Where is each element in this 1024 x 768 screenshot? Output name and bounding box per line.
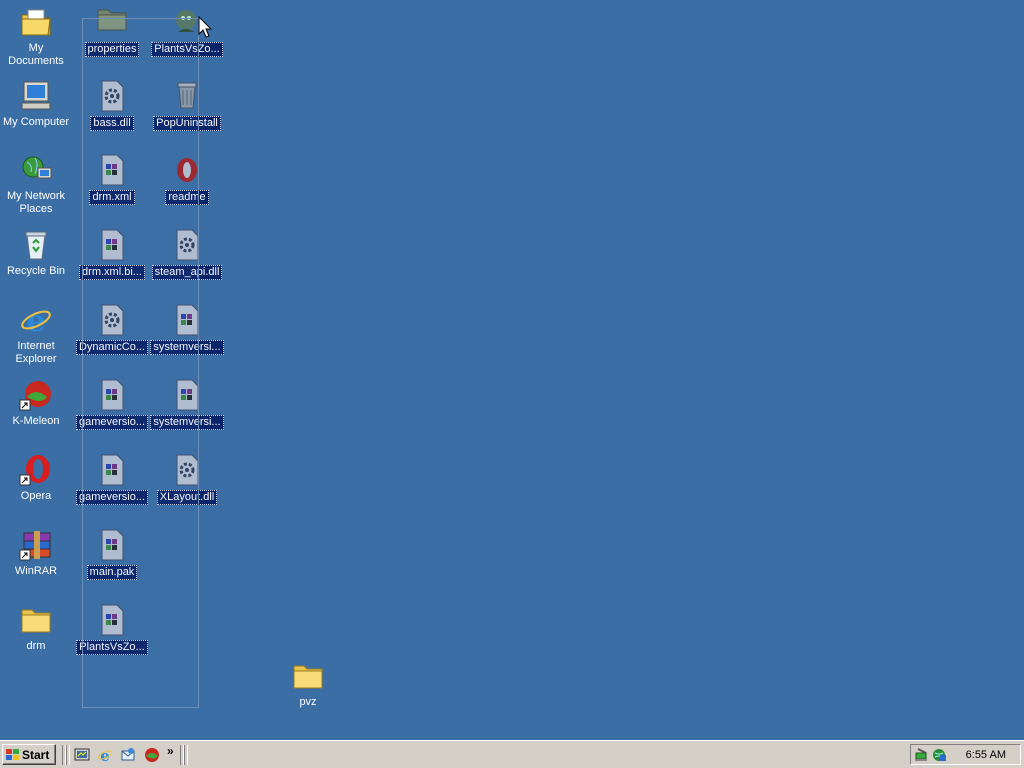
- icon-label: K-Meleon: [12, 415, 60, 427]
- drm-folder[interactable]: drm: [0, 602, 74, 654]
- internet-explorer-icon: e: [19, 304, 53, 339]
- folder-icon: [19, 604, 53, 636]
- icon-label: drm: [26, 640, 46, 652]
- k-meleon-icon[interactable]: [144, 747, 160, 763]
- network-icon[interactable]: [931, 747, 947, 763]
- winrar-icon: [19, 529, 53, 561]
- internet-explorer-shortcut[interactable]: e Internet Explorer: [0, 302, 74, 367]
- outlook-express-icon[interactable]: [120, 747, 136, 763]
- icon-label: Internet Explorer: [15, 340, 57, 365]
- opera-icon: [19, 454, 53, 486]
- internet-explorer-icon[interactable]: e: [97, 747, 113, 765]
- clock[interactable]: 6:55 AM: [966, 749, 1006, 761]
- my-documents-icon: [19, 6, 53, 38]
- show-desktop-icon[interactable]: [74, 747, 90, 763]
- icon-label: Opera: [20, 490, 52, 502]
- my-documents-shortcut[interactable]: My Documents: [0, 4, 74, 69]
- quick-launch-chevron[interactable]: »: [167, 744, 174, 758]
- desktop[interactable]: My Documents My Computer My Network Plac…: [0, 0, 1024, 740]
- mouse-pointer-icon: [198, 15, 213, 38]
- folder-icon: [291, 660, 325, 692]
- opera-shortcut[interactable]: Opera: [0, 452, 74, 504]
- icon-label: My Computer: [2, 116, 70, 128]
- start-label: Start: [22, 747, 50, 762]
- k-meleon-shortcut[interactable]: K-Meleon: [0, 377, 74, 429]
- network-places-icon: [19, 154, 53, 186]
- svg-text:e: e: [26, 304, 45, 336]
- icon-label: My Documents: [8, 42, 64, 67]
- winrar-shortcut[interactable]: WinRAR: [0, 527, 74, 579]
- taskbar-separator: [66, 745, 70, 765]
- recycle-bin-icon: [19, 229, 53, 261]
- start-button[interactable]: Start: [2, 744, 56, 765]
- taskbar: Start e » 6:55 AM: [0, 740, 1024, 768]
- icon-label: Recycle Bin: [6, 265, 66, 277]
- icon-label: WinRAR: [14, 565, 58, 577]
- my-network-places-shortcut[interactable]: My Network Places: [0, 152, 74, 217]
- pvz-folder[interactable]: pvz: [270, 658, 346, 710]
- svg-text:e: e: [100, 747, 110, 763]
- recycle-bin-shortcut[interactable]: Recycle Bin: [0, 227, 74, 279]
- taskbar-separator: [184, 745, 188, 765]
- windows-logo-icon: [6, 748, 20, 761]
- my-computer-shortcut[interactable]: My Computer: [0, 78, 74, 130]
- icon-label: My Network Places: [6, 190, 66, 215]
- my-computer-icon: [19, 80, 53, 112]
- icon-label: pvz: [299, 696, 317, 708]
- selection-rectangle: [82, 18, 199, 708]
- system-tray: 6:55 AM: [910, 744, 1021, 765]
- safely-remove-hardware-icon[interactable]: [914, 747, 930, 763]
- k-meleon-icon: [19, 379, 53, 411]
